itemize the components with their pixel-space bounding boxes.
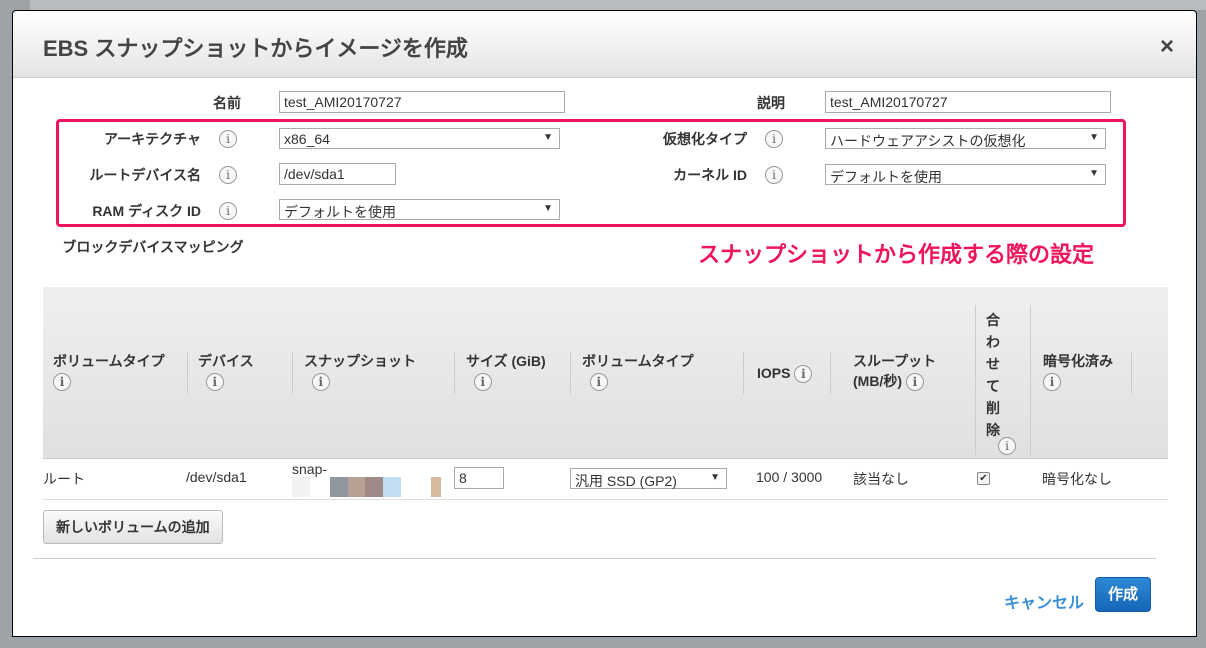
column-header: 暗号化済み	[1043, 353, 1113, 369]
info-icon[interactable]: i	[473, 373, 492, 391]
background-window	[30, 0, 1206, 10]
dialog-title: EBS スナップショットからイメージを作成	[43, 36, 468, 61]
column-header: 合わせて削除	[986, 312, 1000, 438]
cell-type: ルート	[43, 471, 85, 487]
highlight-box	[56, 119, 1126, 227]
redacted-snapshot-id	[365, 477, 383, 497]
create-image-dialog: EBS スナップショットからイメージを作成 × 名前 説明 アーキテクチャ i …	[12, 10, 1197, 637]
volume-type-select[interactable]: 汎用 SSD (GP2) ▼	[570, 468, 727, 489]
column-header: ボリュームタイプ	[582, 353, 694, 369]
info-icon[interactable]: i	[311, 373, 330, 391]
column-header: スナップショット	[304, 353, 416, 369]
cell-snapshot: snap-	[292, 461, 328, 477]
add-volume-button[interactable]: 新しいボリュームの追加	[43, 510, 223, 544]
create-button[interactable]: 作成	[1095, 577, 1151, 612]
column-header: デバイス	[198, 353, 254, 369]
info-icon[interactable]: i	[905, 373, 924, 391]
column-header: ボリュームタイプ	[53, 353, 165, 369]
info-icon[interactable]: i	[589, 373, 608, 391]
column-header: IOPS	[757, 365, 791, 381]
row-divider	[43, 499, 1168, 500]
cancel-button[interactable]: キャンセル	[1004, 589, 1084, 613]
chevron-down-icon: ▼	[710, 472, 720, 483]
info-icon[interactable]: i	[205, 373, 224, 391]
redacted-snapshot-id	[330, 477, 348, 497]
size-input[interactable]	[454, 467, 504, 489]
redacted-snapshot-id	[348, 477, 366, 497]
block-device-mapping-label: ブロックデバイスマッピング	[62, 239, 244, 255]
name-input[interactable]	[279, 91, 565, 113]
cell-iops: 100 / 3000	[756, 469, 823, 485]
dialog-header: EBS スナップショットからイメージを作成 ×	[13, 11, 1196, 78]
description-input[interactable]	[825, 91, 1111, 113]
annotation-text: スナップショットから作成する際の設定	[698, 242, 1095, 267]
name-label: 名前	[213, 95, 241, 111]
info-icon[interactable]: i	[1043, 373, 1061, 391]
footer-divider	[33, 558, 1156, 559]
cell-throughput: 該当なし	[853, 471, 909, 487]
volume-type-value: 汎用 SSD (GP2)	[575, 473, 677, 489]
description-label: 説明	[757, 95, 785, 111]
cell-encrypted: 暗号化なし	[1042, 471, 1112, 487]
info-icon[interactable]: i	[53, 373, 71, 391]
delete-on-termination-checkbox[interactable]: ✔	[977, 472, 990, 485]
info-icon[interactable]: i	[998, 437, 1016, 455]
column-header: サイズ (GiB)	[466, 353, 546, 369]
info-icon[interactable]: i	[794, 365, 813, 383]
cell-device: /dev/sda1	[186, 469, 247, 485]
close-icon[interactable]: ×	[1160, 33, 1174, 61]
redacted-snapshot-id	[292, 477, 310, 497]
redacted-snapshot-id	[431, 477, 441, 497]
redacted-snapshot-id	[383, 477, 401, 497]
table-header: ボリュームタイプ i デバイス i スナップショット i サイズ (GiB) i…	[43, 287, 1168, 459]
